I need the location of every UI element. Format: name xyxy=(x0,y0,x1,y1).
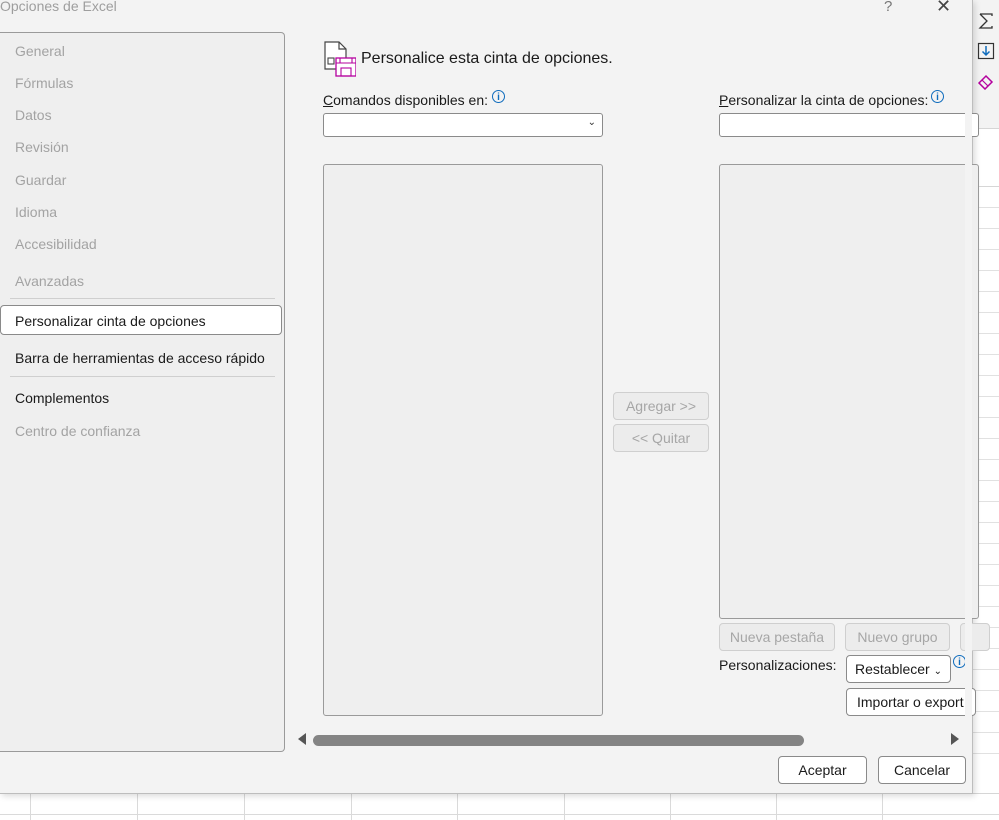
commands-available-label: Comandos disponibles en: xyxy=(323,92,488,108)
eraser-icon[interactable] xyxy=(977,72,995,90)
excel-ribbon xyxy=(972,0,999,129)
excel-sheet-grid xyxy=(0,793,999,820)
grid-line xyxy=(351,794,352,820)
scroll-left-icon[interactable] xyxy=(298,733,306,745)
options-category-list: General Fórmulas Datos Revisión Guardar … xyxy=(0,32,285,752)
nav-item-add-ins[interactable]: Complementos xyxy=(15,390,109,406)
scroll-right-icon[interactable] xyxy=(951,733,959,745)
grid-line xyxy=(972,669,999,670)
nav-item-accessibility[interactable]: Accesibilidad xyxy=(15,236,97,252)
customizations-label: Personalizaciones: xyxy=(719,657,837,673)
grid-line xyxy=(457,794,458,820)
ok-button[interactable]: Aceptar xyxy=(778,756,867,784)
autosum-icon[interactable] xyxy=(977,12,995,30)
reset-button[interactable]: Restablecer ⌄ xyxy=(846,655,951,683)
nav-divider xyxy=(10,298,275,299)
grid-line xyxy=(0,814,999,815)
dialog-title: Opciones de Excel xyxy=(0,0,117,14)
nav-item-customize-ribbon[interactable]: Personalizar cinta de opciones xyxy=(15,313,206,329)
customize-ribbon-icon xyxy=(324,41,356,77)
remove-button[interactable]: << Quitar xyxy=(613,424,709,452)
grid-line xyxy=(670,794,671,820)
grid-line xyxy=(564,794,565,820)
commands-available-select[interactable]: ⌄ xyxy=(323,113,603,137)
grid-line xyxy=(972,732,999,733)
dialog-edge xyxy=(965,90,972,730)
cancel-button[interactable]: Cancelar xyxy=(878,756,966,784)
info-icon[interactable]: i xyxy=(931,90,944,103)
nav-item-trust-center[interactable]: Centro de confianza xyxy=(15,423,140,439)
grid-line xyxy=(137,794,138,820)
nav-item-quick-access-toolbar[interactable]: Barra de herramientas de acceso rápido xyxy=(15,350,265,366)
grid-line xyxy=(30,794,31,820)
customize-label-text: ersonalizar la cinta de opciones: xyxy=(728,92,929,108)
add-button[interactable]: Agregar >> xyxy=(613,392,709,420)
nav-item-language[interactable]: Idioma xyxy=(15,204,57,220)
chevron-down-icon: ⌄ xyxy=(933,666,942,677)
nav-item-review[interactable]: Revisión xyxy=(15,139,69,155)
customize-ribbon-label: Personalizar la cinta de opciones: xyxy=(719,92,928,108)
scrollbar-thumb[interactable] xyxy=(313,735,804,746)
grid-line xyxy=(244,794,245,820)
grid-line xyxy=(972,753,999,754)
nav-item-advanced[interactable]: Avanzadas xyxy=(15,273,84,289)
customize-label-mnemonic: P xyxy=(719,92,729,108)
nav-divider xyxy=(10,376,275,377)
ribbon-tabs-tree[interactable] xyxy=(719,164,979,619)
commands-label-text: omandos disponibles en: xyxy=(333,92,489,108)
new-tab-button[interactable]: Nueva pestaña xyxy=(719,623,835,651)
nav-item-formulas[interactable]: Fórmulas xyxy=(15,75,73,91)
nav-item-general[interactable]: General xyxy=(15,43,65,59)
grid-line xyxy=(882,794,883,820)
nav-item-save[interactable]: Guardar xyxy=(15,172,66,188)
commands-list[interactable] xyxy=(323,164,603,716)
fill-down-icon[interactable] xyxy=(977,42,995,60)
new-group-button[interactable]: Nuevo grupo xyxy=(845,623,950,651)
grid-line xyxy=(776,794,777,820)
grid-line xyxy=(972,690,999,691)
page-title: Personalice esta cinta de opciones. xyxy=(361,50,613,67)
commands-label-mnemonic: C xyxy=(323,92,334,108)
import-export-button[interactable]: Importar o export xyxy=(846,688,976,716)
chevron-down-icon: ⌄ xyxy=(587,117,596,128)
close-button[interactable]: ✕ xyxy=(936,0,954,16)
info-icon[interactable]: i xyxy=(492,90,505,103)
reset-button-label: Restablecer xyxy=(855,661,930,677)
nav-item-data[interactable]: Datos xyxy=(15,107,52,123)
grid-line xyxy=(972,711,999,712)
help-button[interactable]: ? xyxy=(884,0,892,15)
excel-options-dialog: Opciones de Excel ? ✕ General Fórmulas D… xyxy=(0,0,990,794)
customize-ribbon-select[interactable] xyxy=(719,113,979,137)
